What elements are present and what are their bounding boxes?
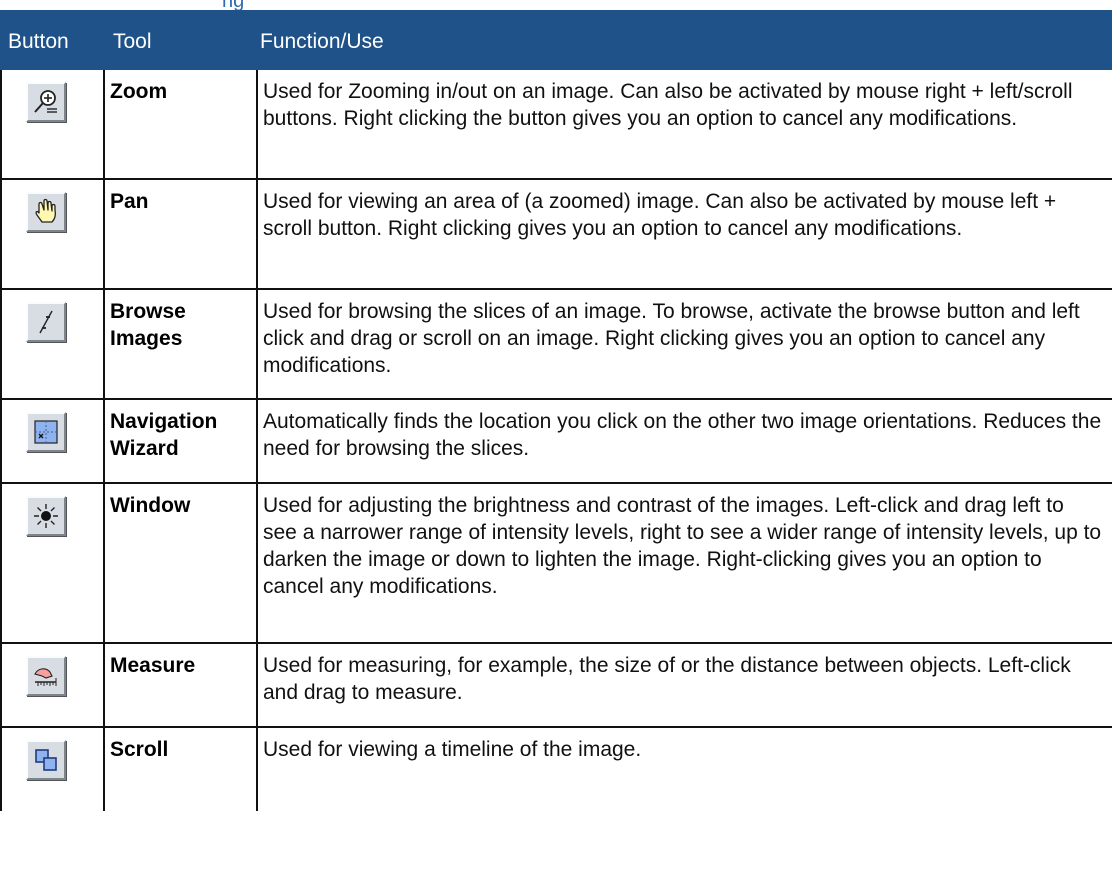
table-row-scroll: Scroll Used for viewing a timeline of th… (0, 728, 1112, 811)
window-tool-button[interactable] (26, 496, 66, 536)
table-header: Button Tool Function/Use (0, 10, 1112, 70)
button-cell (0, 400, 105, 482)
tool-description: Used for viewing a timeline of the image… (263, 738, 642, 761)
header-tool: Tool (113, 30, 152, 53)
tool-name: Measure (105, 644, 258, 726)
table-row-navigation-wizard: Navigation Wizard Automatically finds th… (0, 400, 1112, 484)
tool-description: Automatically finds the location you cli… (263, 410, 1102, 460)
scroll-tool-button[interactable] (26, 740, 66, 780)
pan-tool-button[interactable] (26, 192, 66, 232)
brightness-icon (34, 504, 58, 528)
tool-description: Used for adjusting the brightness and co… (263, 494, 1102, 598)
tool-name: Zoom (105, 70, 258, 178)
tool-name: Browse Images (105, 290, 258, 398)
tool-description: Used for measuring, for example, the siz… (263, 654, 1071, 704)
header-function: Function/Use (260, 30, 384, 53)
stacked-squares-icon (35, 749, 57, 771)
browse-images-tool-button[interactable] (26, 302, 66, 342)
button-cell (0, 484, 105, 642)
navigation-wizard-tool-button[interactable] (26, 412, 66, 452)
hand-icon (35, 198, 57, 223)
navigation-grid-icon (34, 420, 58, 444)
tool-name: Pan (105, 180, 258, 288)
table-row-browse-images: Browse Images Used for browsing the slic… (0, 290, 1112, 400)
browse-line-icon (39, 310, 53, 334)
table-row-pan: Pan Used for viewing an area of (a zoome… (0, 180, 1112, 290)
tool-name: Scroll (105, 728, 258, 811)
table-row-zoom: Zoom Used for Zooming in/out on an image… (0, 70, 1112, 180)
ruler-hand-icon (34, 668, 57, 686)
button-cell (0, 180, 105, 288)
tool-description: Used for viewing an area of (a zoomed) i… (263, 190, 1057, 240)
tool-name: Navigation Wizard (105, 400, 258, 482)
tool-description: Used for browsing the slices of an image… (263, 300, 1080, 377)
measure-tool-button[interactable] (26, 656, 66, 696)
button-cell (0, 70, 105, 178)
header-button: Button (8, 30, 69, 53)
zoom-icon (34, 90, 57, 113)
button-cell (0, 728, 105, 811)
table-row-measure: Measure Used for measuring, for example,… (0, 644, 1112, 728)
button-cell (0, 644, 105, 726)
table-row-window: Window Used for adjusting the brightness… (0, 484, 1112, 644)
partial-page-title: ng (222, 0, 244, 10)
tool-name: Window (105, 484, 258, 642)
button-cell (0, 290, 105, 398)
zoom-tool-button[interactable] (26, 82, 66, 122)
tool-description: Used for Zooming in/out on an image. Can… (263, 80, 1073, 130)
tools-table: Button Tool Function/Use Zoom Used for Z… (0, 10, 1112, 811)
